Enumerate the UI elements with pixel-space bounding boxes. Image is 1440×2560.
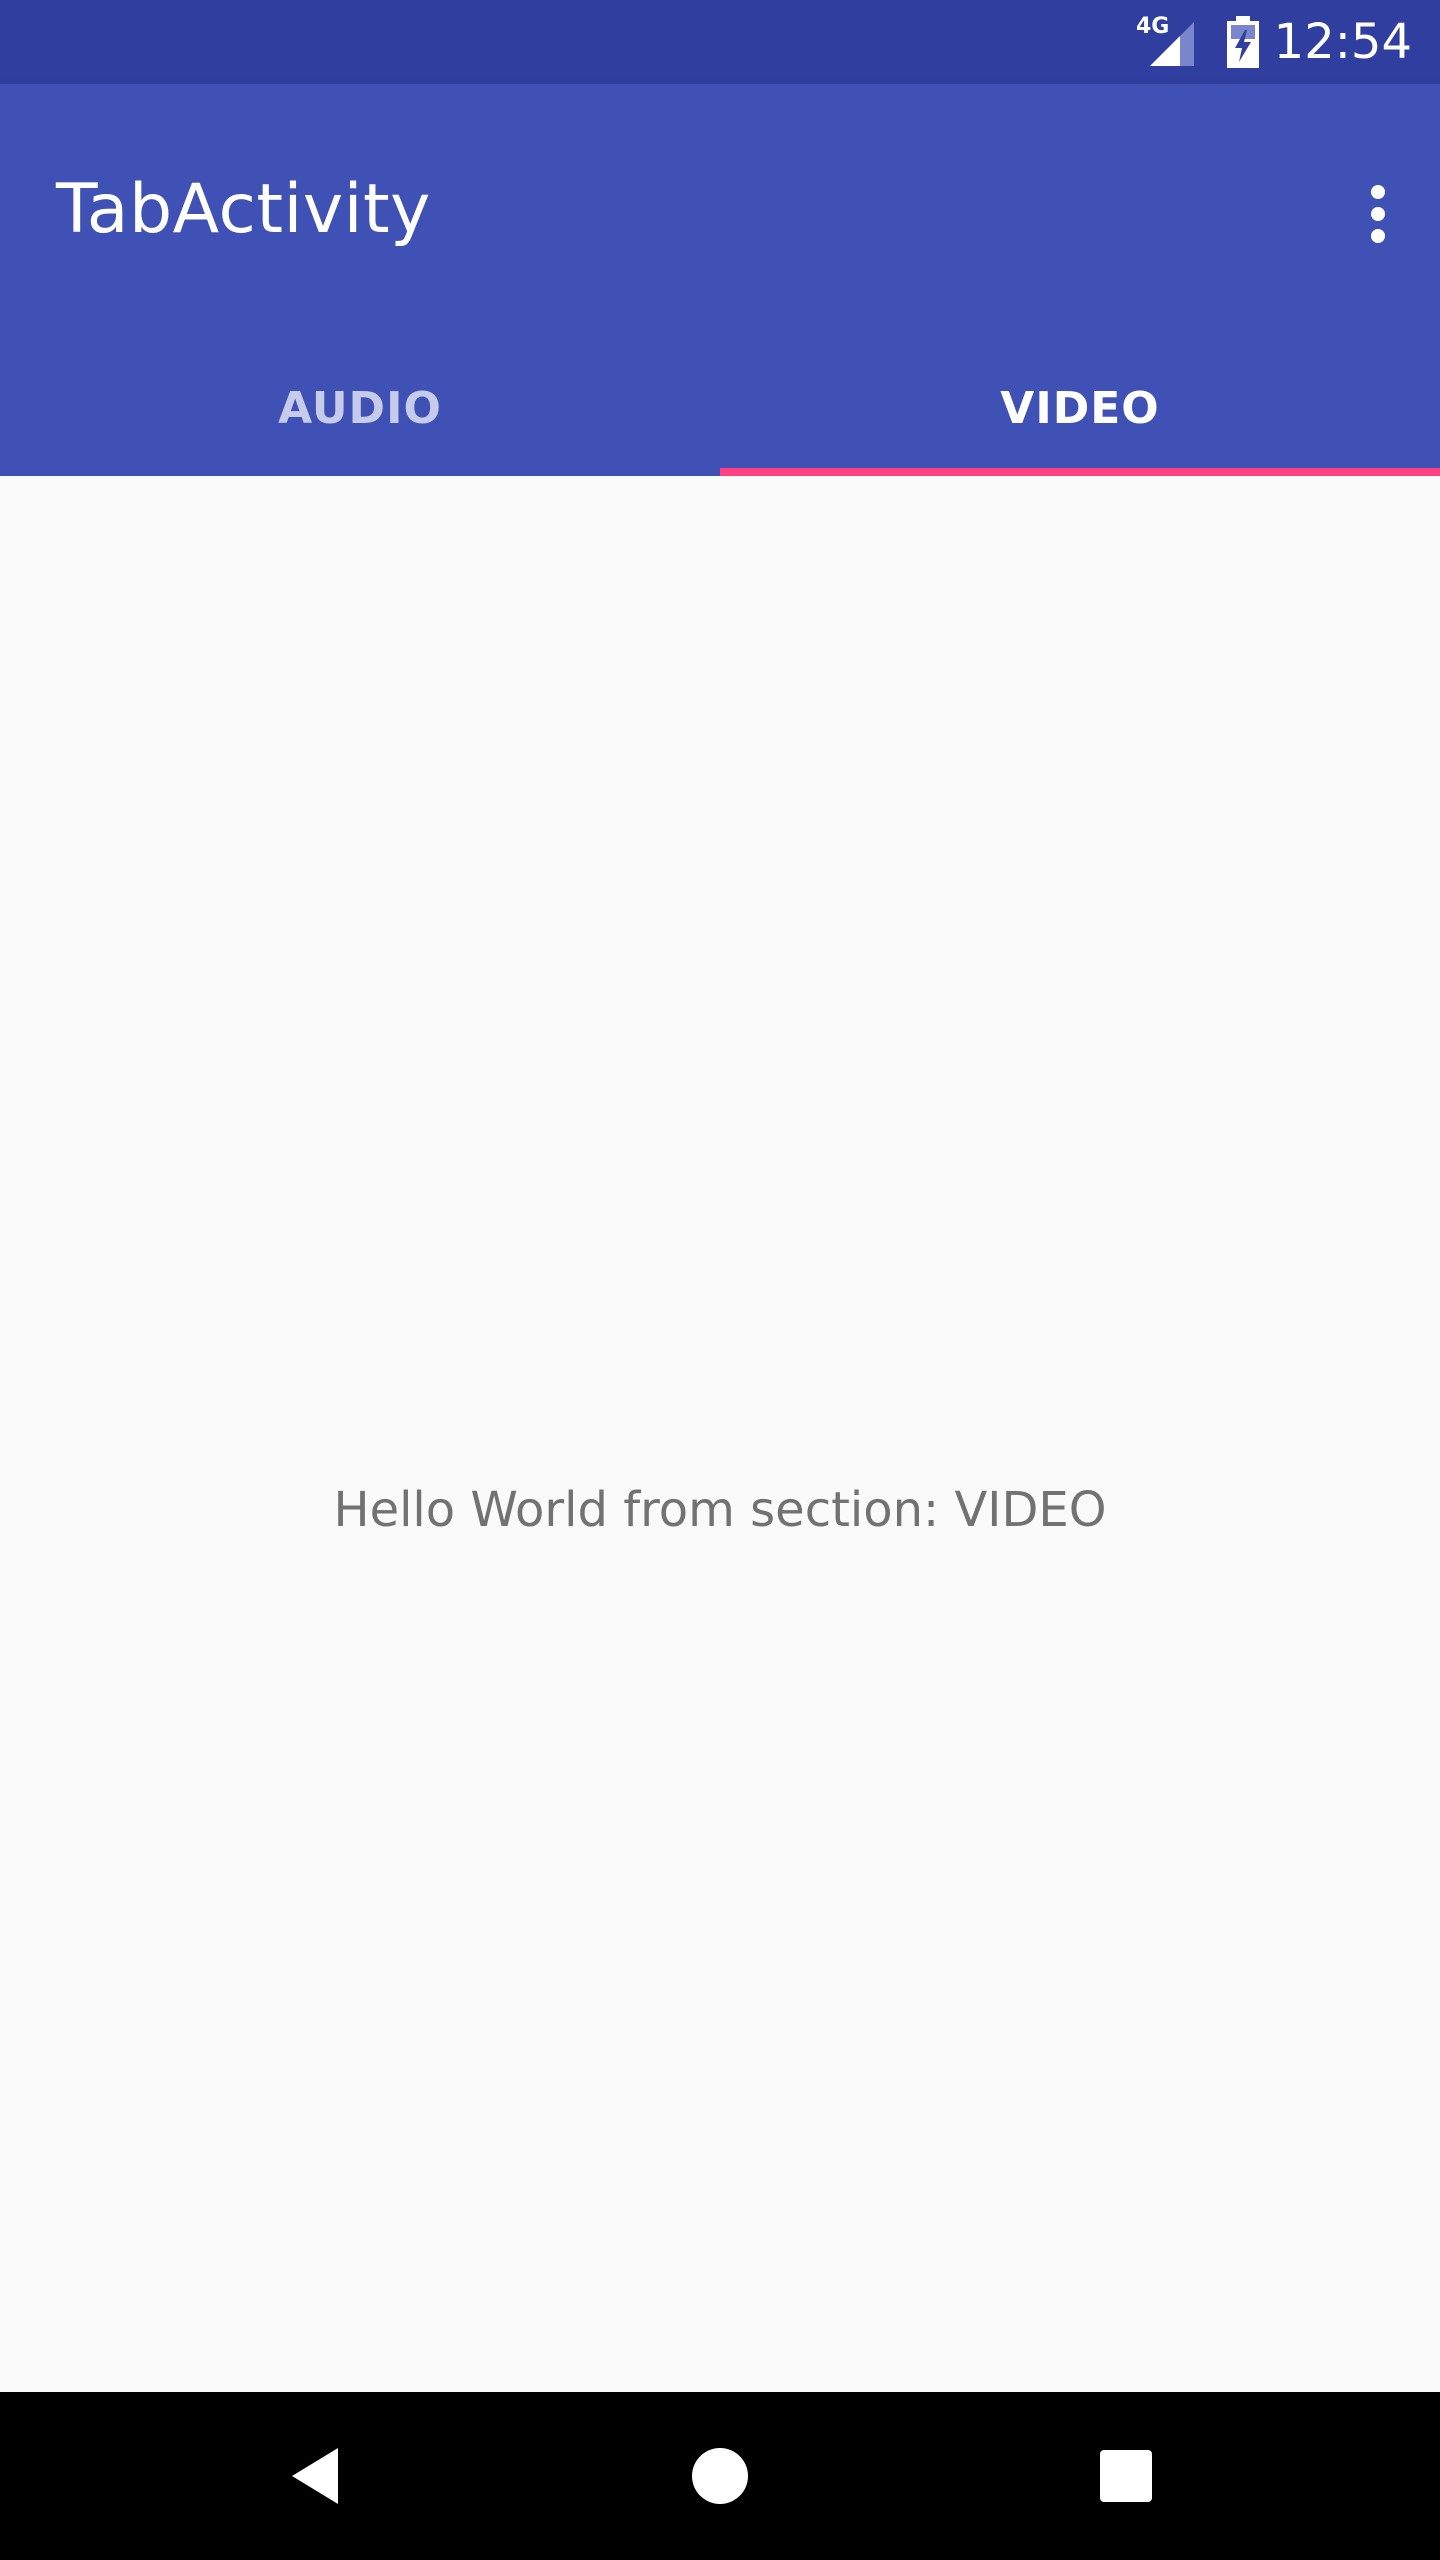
section-content: Hello World from section: VIDEO bbox=[0, 476, 1440, 2392]
signal-icon bbox=[1150, 22, 1194, 66]
tab-selected-indicator bbox=[720, 468, 1440, 476]
tab-video[interactable]: VIDEO bbox=[720, 340, 1440, 476]
app-bar: TabActivity AUDIO VIDEO bbox=[0, 84, 1440, 476]
home-icon bbox=[692, 2448, 748, 2504]
home-button[interactable] bbox=[670, 2426, 770, 2526]
tab-video-label: VIDEO bbox=[1000, 382, 1160, 434]
status-bar: 4G 12:54 bbox=[0, 0, 1440, 84]
status-time: 12:54 bbox=[1273, 14, 1412, 70]
tab-audio-label: AUDIO bbox=[278, 382, 442, 434]
recents-icon bbox=[1100, 2450, 1152, 2502]
overflow-menu-icon bbox=[1371, 185, 1385, 243]
back-button[interactable] bbox=[266, 2426, 366, 2526]
toolbar: TabActivity bbox=[0, 84, 1440, 340]
app-title: TabActivity bbox=[56, 170, 431, 249]
navigation-bar bbox=[0, 2392, 1440, 2560]
battery-charging-icon bbox=[1227, 16, 1259, 68]
recents-button[interactable] bbox=[1076, 2426, 1176, 2526]
tab-audio[interactable]: AUDIO bbox=[0, 340, 720, 476]
section-label: Hello World from section: VIDEO bbox=[333, 1482, 1107, 1538]
tab-bar: AUDIO VIDEO bbox=[0, 340, 1440, 476]
back-icon bbox=[292, 2448, 338, 2504]
overflow-menu-button[interactable] bbox=[1338, 174, 1418, 254]
